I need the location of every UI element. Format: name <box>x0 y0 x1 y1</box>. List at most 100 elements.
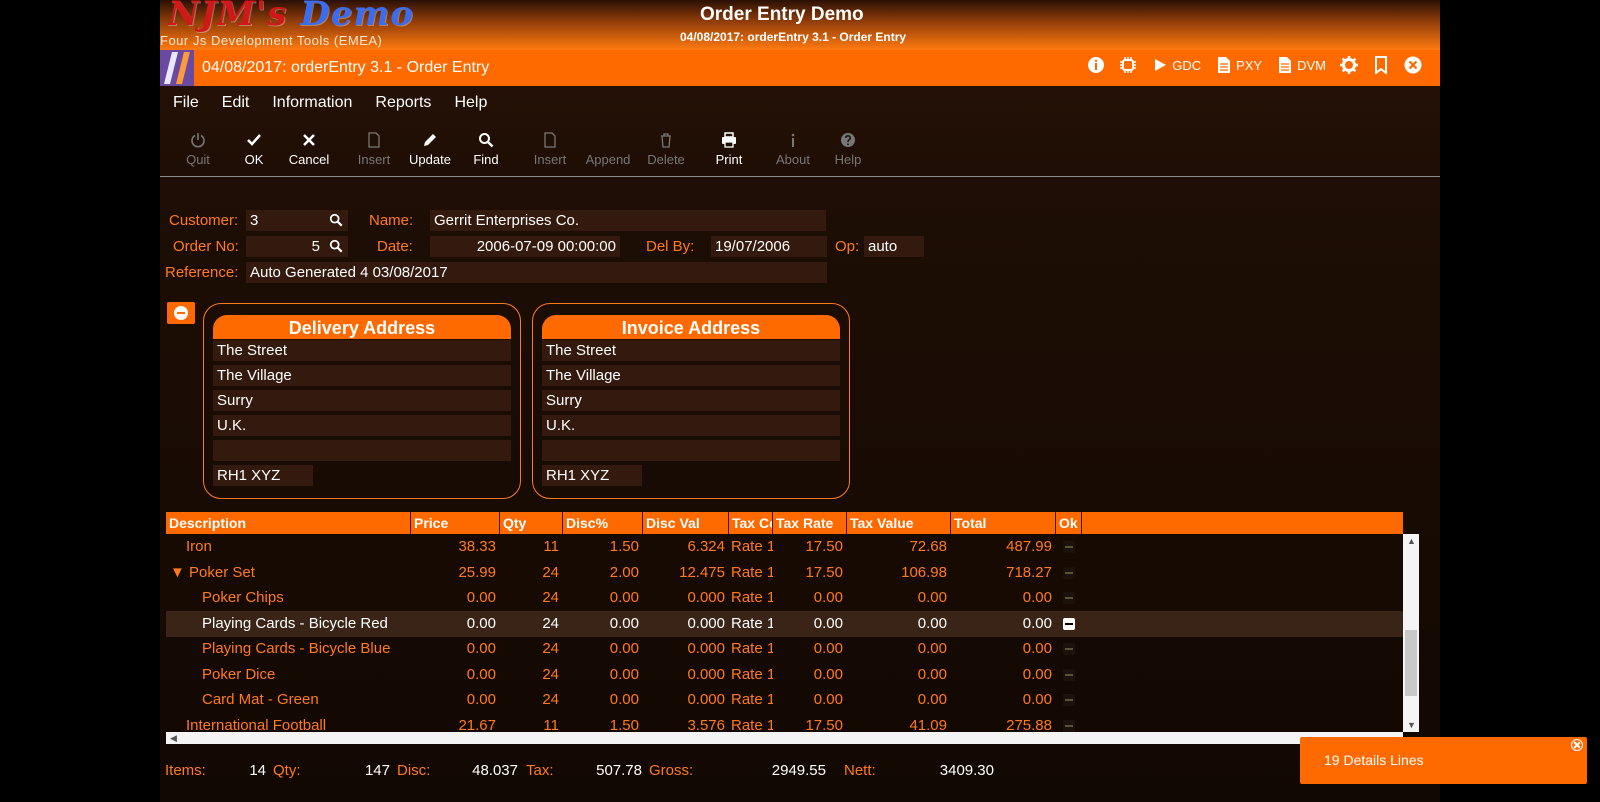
append-button[interactable]: Append <box>580 130 636 167</box>
doc-icon <box>1218 57 1231 73</box>
delivery-line-5[interactable] <box>213 440 511 461</box>
cell-tax-rate: 0.00 <box>813 640 843 657</box>
del-by-field[interactable]: 19/07/2006 <box>711 236 827 257</box>
cell-qty: 24 <box>542 691 559 708</box>
scroll-down-icon[interactable]: ▼ <box>1407 720 1416 730</box>
ok-checkbox[interactable] <box>1063 566 1075 579</box>
col-disc-pct[interactable]: Disc% <box>563 512 643 534</box>
scroll-left-icon[interactable]: ◀ <box>170 733 177 744</box>
about-button[interactable]: About <box>765 130 821 167</box>
chip-icon[interactable] <box>1119 56 1137 74</box>
invoice-line-4[interactable]: U.K. <box>542 415 840 436</box>
delivery-line-3[interactable]: Surry <box>213 390 511 411</box>
scroll-up-icon[interactable]: ▲ <box>1407 536 1416 546</box>
search-icon[interactable] <box>329 213 343 227</box>
cell-description: International Football <box>186 716 327 733</box>
col-description[interactable]: Description <box>166 512 411 534</box>
dvm-button[interactable]: DVM <box>1276 56 1326 74</box>
update-button[interactable]: Update <box>402 130 458 167</box>
horizontal-scrollbar[interactable]: ◀ <box>166 732 1403 744</box>
invoice-line-1[interactable]: The Street <box>542 340 840 361</box>
delivery-line-2[interactable]: The Village <box>213 365 511 386</box>
name-field[interactable]: Gerrit Enterprises Co. <box>430 210 826 231</box>
col-disc-val[interactable]: Disc Val <box>643 512 729 534</box>
search-icon[interactable] <box>329 239 343 253</box>
cell-tax-rate: 0.00 <box>813 665 843 683</box>
help-button[interactable]: Help <box>820 130 876 167</box>
col-total[interactable]: Total <box>951 512 1056 534</box>
col-tax-value[interactable]: Tax Value <box>847 512 951 534</box>
close-icon[interactable] <box>1404 56 1422 74</box>
table-row[interactable]: International Football 21.67 11 1.50 3.576 Ra… <box>166 713 1403 733</box>
col-tax-rate[interactable]: Tax Rate <box>773 512 847 534</box>
date-field[interactable]: 2006-07-09 00:00:00 <box>430 236 620 257</box>
cell-tax-value: 106.98 <box>901 563 947 581</box>
notification-toast: 19 Details Lines <box>1300 737 1587 784</box>
pxy-button[interactable]: PXY <box>1215 56 1262 74</box>
insert-button[interactable]: Insert <box>346 130 402 167</box>
search-icon <box>479 133 494 148</box>
op-field[interactable]: auto <box>864 236 924 257</box>
ok-checkbox[interactable] <box>1063 643 1075 655</box>
cell-disc-pct: 0.00 <box>609 589 639 606</box>
collapse-button[interactable] <box>167 302 195 324</box>
delivery-postcode[interactable]: RH1 XYZ <box>213 465 313 486</box>
pencil-icon <box>424 134 436 146</box>
table-header: Description Price Qty Disc% Disc Val Tax… <box>166 512 1403 534</box>
menu-file[interactable]: File <box>168 92 212 112</box>
table-row[interactable]: ▼ Poker Set 25.99 24 2.00 12.475 Rate 1 17.50 1… <box>166 560 1403 586</box>
gdc-button[interactable]: GDC <box>1151 56 1201 74</box>
cell-tax-code: Rate 1 <box>731 538 773 555</box>
order-no-field[interactable]: 5 <box>246 236 348 257</box>
quit-button[interactable]: Quit <box>170 130 226 167</box>
info-icon[interactable] <box>1087 56 1105 74</box>
disc-label: Disc: <box>397 762 431 779</box>
cancel-button[interactable]: Cancel <box>281 130 337 167</box>
cell-tax-value: 41.09 <box>909 716 947 733</box>
insert-row-button[interactable]: Insert <box>522 130 578 167</box>
customer-field[interactable]: 3 <box>246 210 348 231</box>
cell-tax-value: 72.68 <box>909 538 947 555</box>
col-tax-code[interactable]: Tax Code <box>729 512 773 534</box>
invoice-line-5[interactable] <box>542 440 840 461</box>
menu-reports[interactable]: Reports <box>370 92 444 112</box>
ok-checkbox[interactable] <box>1063 694 1075 706</box>
cell-disc-val: 0.000 <box>687 665 725 683</box>
table-body: Iron 38.33 11 1.50 6.324 Rate 1 17.50 72.68 487.… <box>166 534 1403 732</box>
ok-checkbox[interactable] <box>1063 617 1075 630</box>
vertical-scrollbar[interactable]: ▲ ▼ <box>1403 534 1419 732</box>
menu-edit[interactable]: Edit <box>217 92 263 112</box>
gear-icon[interactable] <box>1340 56 1358 74</box>
menu-information[interactable]: Information <box>267 92 365 112</box>
find-button[interactable]: Find <box>458 130 514 167</box>
invoice-address-group: Invoice Address The Street The Village S… <box>532 303 850 499</box>
delivery-line-1[interactable]: The Street <box>213 340 511 361</box>
close-icon[interactable] <box>1571 739 1583 751</box>
invoice-postcode[interactable]: RH1 XYZ <box>542 465 642 486</box>
menu-help[interactable]: Help <box>449 92 500 112</box>
delete-button[interactable]: Delete <box>638 130 694 167</box>
col-ok[interactable]: Ok <box>1056 512 1082 534</box>
table-row[interactable]: Playing Cards - Bicycle Blue 0.00 24 0.00 0.… <box>166 636 1403 662</box>
ok-button[interactable]: OK <box>226 130 282 167</box>
table-row[interactable]: Poker Dice 0.00 24 0.00 0.000 Rate 1 0.00 0.00 0… <box>166 662 1403 688</box>
table-row[interactable]: Playing Cards - Bicycle Red 0.00 24 0.00 0.0… <box>166 610 1403 637</box>
ok-checkbox[interactable] <box>1063 719 1075 732</box>
app-title: Order Entry Demo <box>700 4 864 25</box>
bookmark-icon[interactable] <box>1372 56 1390 74</box>
scroll-thumb[interactable] <box>1405 630 1417 696</box>
table-row[interactable]: Poker Chips 0.00 24 0.00 0.000 Rate 1 0.00 0.00… <box>166 585 1403 611</box>
play-icon <box>1155 59 1167 71</box>
delivery-line-4[interactable]: U.K. <box>213 415 511 436</box>
reference-field[interactable]: Auto Generated 4 03/08/2017 <box>246 262 827 283</box>
ok-checkbox[interactable] <box>1063 592 1075 604</box>
ok-checkbox[interactable] <box>1063 541 1075 553</box>
print-button[interactable]: Print <box>701 130 757 167</box>
invoice-line-2[interactable]: The Village <box>542 365 840 386</box>
ok-checkbox[interactable] <box>1063 668 1075 681</box>
table-row[interactable]: Card Mat - Green 0.00 24 0.00 0.000 Rate 1 0.0… <box>166 687 1403 713</box>
col-qty[interactable]: Qty <box>500 512 563 534</box>
invoice-line-3[interactable]: Surry <box>542 390 840 411</box>
col-price[interactable]: Price <box>411 512 500 534</box>
table-row[interactable]: Iron 38.33 11 1.50 6.324 Rate 1 17.50 72.68 487.… <box>166 534 1403 560</box>
